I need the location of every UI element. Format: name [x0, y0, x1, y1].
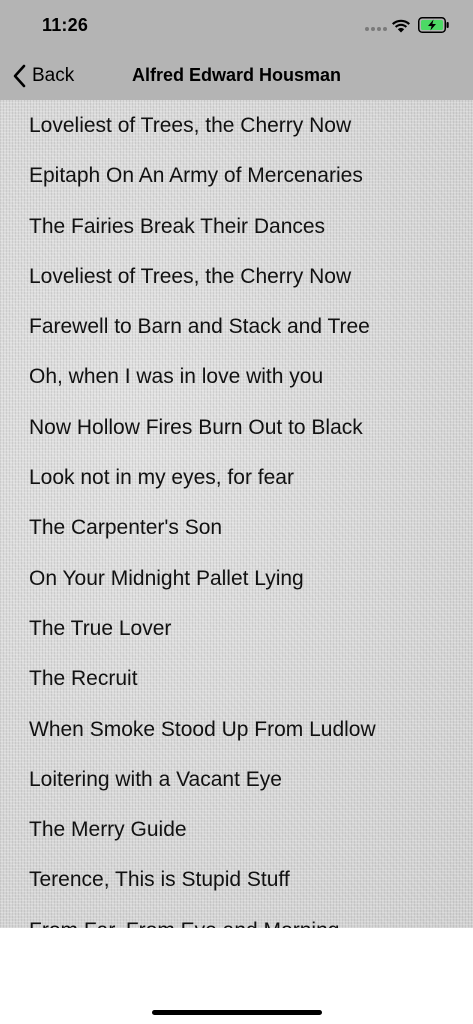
poem-list-item[interactable]: Now Hollow Fires Burn Out to Black	[0, 403, 473, 453]
poem-list-item[interactable]: On Your Midnight Pallet Lying	[0, 554, 473, 604]
poem-list-item[interactable]: The Recruit	[0, 654, 473, 704]
poem-list-item[interactable]: Loveliest of Trees, the Cherry Now	[0, 252, 473, 302]
poem-list-item[interactable]: The True Lover	[0, 604, 473, 654]
poem-list-item[interactable]: Oh, when I was in love with you	[0, 352, 473, 402]
navigation-bar: Back Alfred Edward Housman	[0, 52, 473, 100]
poem-list-container[interactable]: Loveliest of Trees, the Cherry Now Epita…	[0, 100, 473, 928]
poem-list-item[interactable]: Loitering with a Vacant Eye	[0, 755, 473, 805]
poem-list-item[interactable]: The Merry Guide	[0, 805, 473, 855]
poem-list-item[interactable]: The Fairies Break Their Dances	[0, 202, 473, 252]
page-title: Alfred Edward Housman	[131, 65, 342, 85]
battery-charging-icon	[418, 17, 449, 33]
poem-list-item[interactable]: Loveliest of Trees, the Cherry Now	[0, 101, 473, 151]
poem-list-item[interactable]: Epitaph On An Army of Mercenaries	[0, 151, 473, 201]
poem-list-item[interactable]: The Carpenter's Son	[0, 503, 473, 553]
cellular-signal-icon	[365, 27, 387, 31]
status-bar: 11:26	[0, 0, 473, 52]
poem-list-item[interactable]: Terence, This is Stupid Stuff	[0, 855, 473, 905]
poem-list-item[interactable]: Farewell to Barn and Stack and Tree	[0, 302, 473, 352]
bottom-safe-area	[0, 928, 473, 1024]
poem-list-item[interactable]: From Far, From Eve and Morning	[0, 906, 473, 928]
home-indicator[interactable]	[152, 1010, 322, 1015]
poem-list-item[interactable]: Look not in my eyes, for fear	[0, 453, 473, 503]
wifi-icon	[392, 19, 410, 33]
status-time: 11:26	[42, 15, 89, 35]
poem-list: Loveliest of Trees, the Cherry Now Epita…	[0, 101, 473, 928]
poem-list-item[interactable]: When Smoke Stood Up From Ludlow	[0, 705, 473, 755]
